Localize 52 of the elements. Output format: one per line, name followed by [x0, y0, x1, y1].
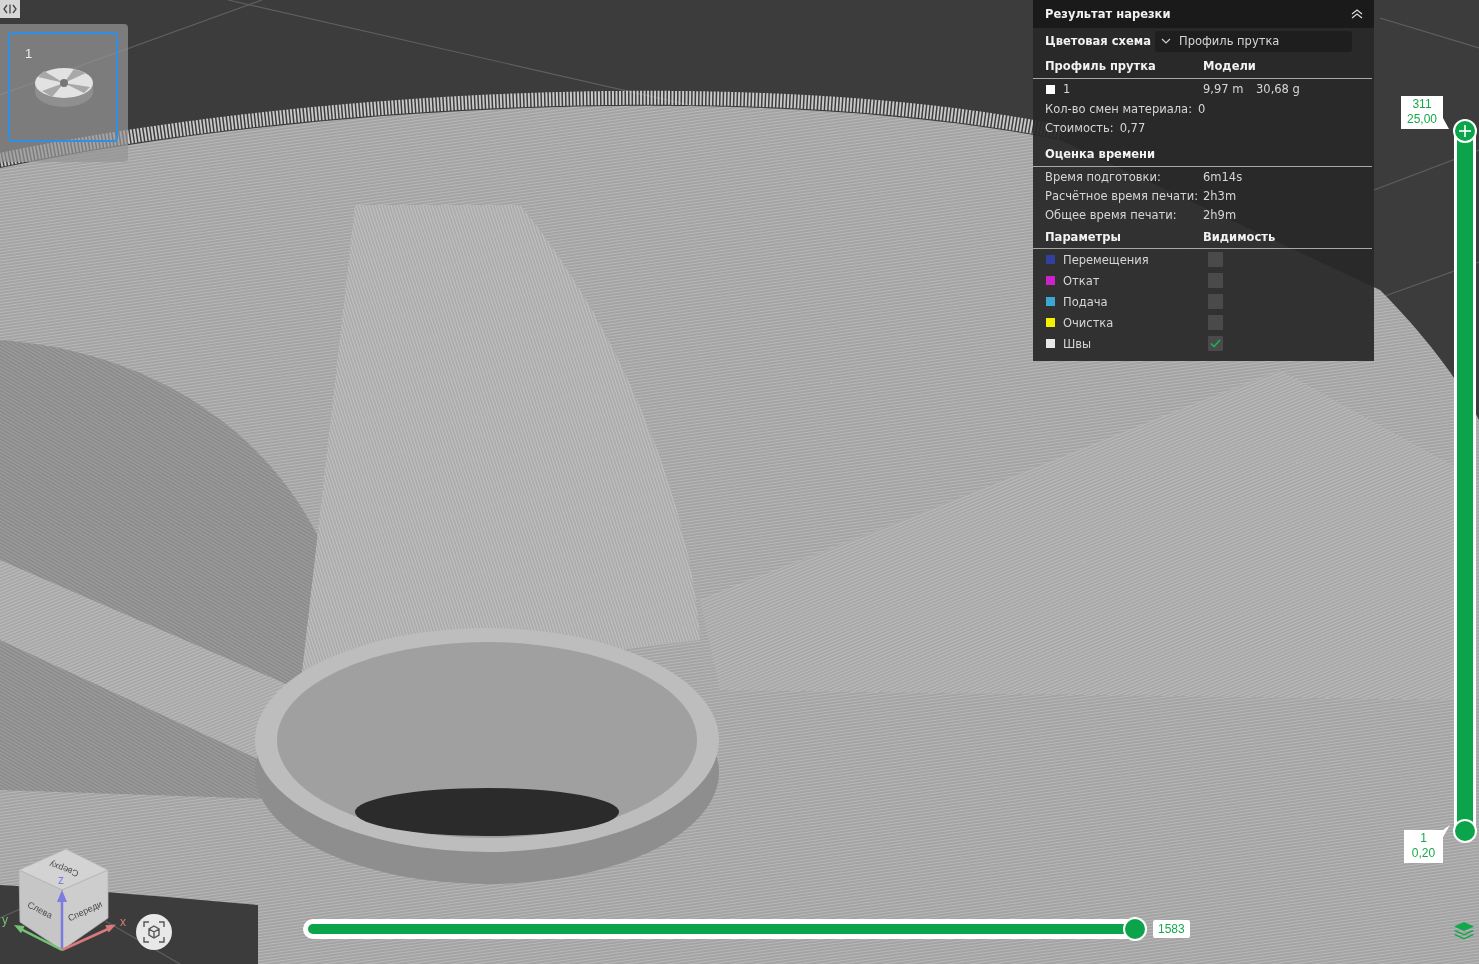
visibility-checkbox[interactable] — [1208, 336, 1223, 351]
axis-label: x — [120, 915, 126, 929]
time-label: Расчётное время печати: — [1045, 188, 1199, 203]
column-header: Параметры — [1045, 229, 1122, 244]
cube-focus-icon — [143, 921, 165, 943]
time-value: 2h9m — [1203, 207, 1237, 222]
column-header: Модели — [1203, 59, 1256, 73]
filament-length: 9,97 m — [1203, 82, 1245, 96]
time-label: Время подготовки: — [1045, 169, 1162, 184]
y-axis-arrow — [14, 925, 63, 952]
parameter-label: Швы — [1063, 336, 1093, 351]
filament-weight: 30,68 g — [1256, 82, 1300, 96]
panel-title: Результат нарезки — [1045, 7, 1171, 21]
move-slider-track[interactable] — [303, 917, 1147, 941]
time-value: 2h3m — [1203, 188, 1237, 203]
layer-height: 25,00 — [1407, 112, 1437, 127]
stat-value: 0 — [1198, 101, 1206, 116]
layer-height: 0,20 — [1411, 846, 1436, 861]
stat-value: 0,77 — [1119, 120, 1146, 135]
angle-brackets-icon — [3, 4, 17, 14]
time-value: 6m14s — [1203, 169, 1243, 184]
z-axis-arrow — [57, 890, 67, 950]
section-title: Оценка времени — [1045, 147, 1157, 161]
layer-number: 1 — [1420, 831, 1427, 846]
x-axis-arrow — [61, 924, 116, 952]
layer-slider-track[interactable] — [1453, 119, 1477, 843]
column-header: Профиль прутка — [1045, 59, 1157, 73]
axis-label: z — [58, 873, 64, 887]
parameter-label: Перемещения — [1063, 252, 1150, 267]
filament-name: 1 — [1063, 82, 1071, 96]
plus-icon — [1459, 125, 1471, 137]
move-reading: 1583 — [1153, 920, 1190, 938]
time-label: Общее время печати: — [1045, 207, 1178, 222]
column-header: Видимость — [1203, 229, 1276, 244]
color-scheme-label: Цветовая схема — [1045, 34, 1151, 48]
parameter-label: Очистка — [1063, 315, 1115, 330]
chevron-down-icon — [1161, 38, 1171, 44]
visibility-checkbox[interactable] — [1208, 273, 1223, 288]
visibility-checkbox[interactable] — [1208, 252, 1223, 267]
visibility-checkbox[interactable] — [1208, 315, 1223, 330]
plate-tile[interactable]: 1 — [8, 32, 118, 142]
panel-toggle-button[interactable] — [0, 0, 20, 18]
stat-label: Стоимость: — [1045, 120, 1114, 135]
parameter-label: Откат — [1063, 273, 1101, 288]
layer-number: 311 — [1412, 97, 1432, 112]
visibility-checkbox[interactable] — [1208, 294, 1223, 309]
stat-label: Кол-во смен материала: — [1045, 101, 1192, 116]
parameter-label: Подача — [1063, 294, 1109, 309]
checkmark-icon — [1210, 339, 1221, 348]
color-scheme-dropdown[interactable]: Профиль прутка — [1155, 30, 1352, 52]
axis-label: y — [2, 913, 8, 927]
collapse-chevrons-icon[interactable] — [1351, 9, 1363, 19]
